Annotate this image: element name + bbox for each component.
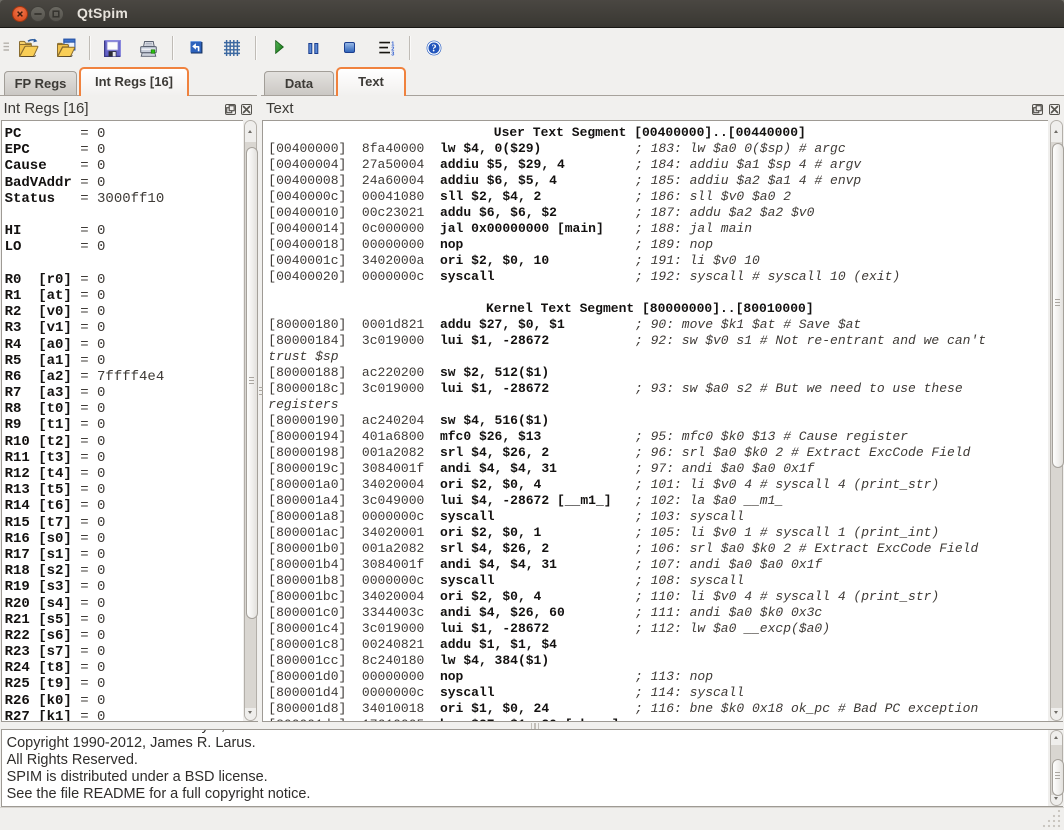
svg-text:?: ?	[431, 44, 436, 55]
svg-text:3: 3	[391, 51, 394, 56]
